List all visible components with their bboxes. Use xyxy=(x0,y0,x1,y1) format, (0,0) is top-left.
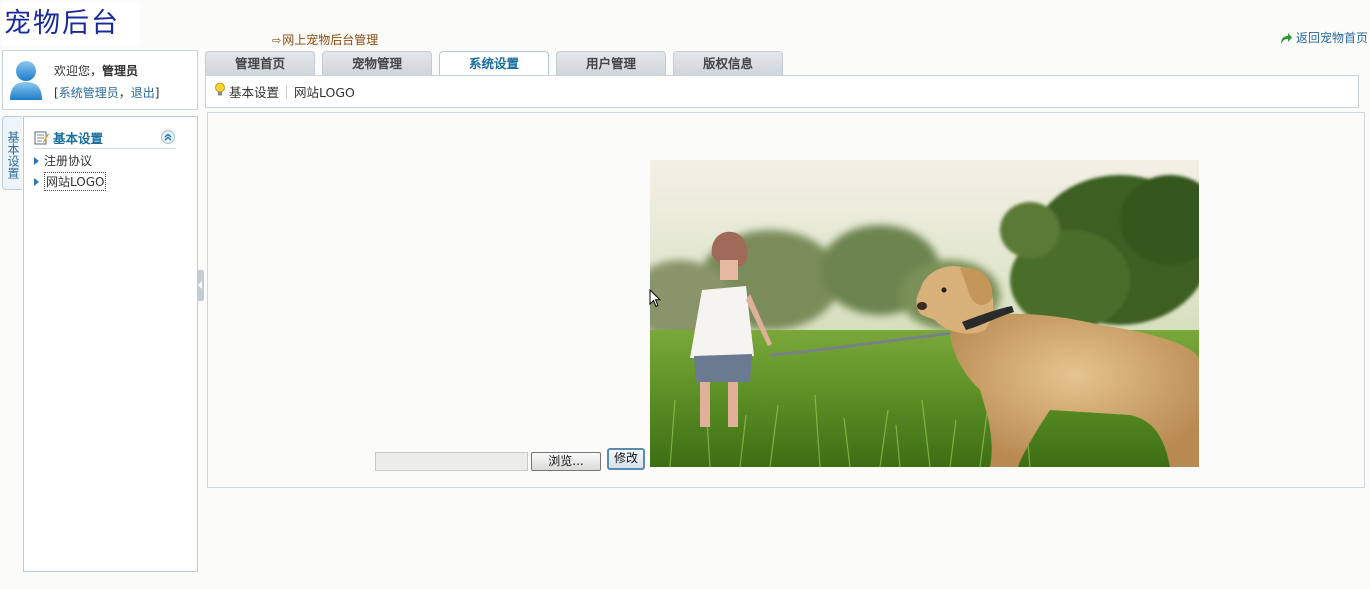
sidebar-section-title: 基本设置 xyxy=(53,131,104,146)
username: 管理员 xyxy=(102,64,139,78)
sidebar-vertical-tab[interactable]: 基本设置 xyxy=(2,116,22,190)
sidebar-item-label: 注册协议 xyxy=(44,154,93,168)
bracket-close: ] xyxy=(154,86,160,100)
top-title-text: 网上宠物后台管理 xyxy=(282,33,379,47)
welcome-text: 欢迎您，管理员 xyxy=(54,62,138,79)
site-logo: 宠物后台 xyxy=(2,2,140,46)
lightbulb-icon xyxy=(215,82,225,95)
sidebar-item-register-agreement[interactable]: 注册协议 xyxy=(34,152,92,169)
user-links: [系统管理员，退出] xyxy=(54,84,159,101)
top-title: ⇨网上宠物后台管理 xyxy=(272,31,378,48)
edit-note-icon xyxy=(34,131,49,145)
sidebar-section-header: 基本设置 xyxy=(34,127,176,149)
logout-link[interactable]: 退出 xyxy=(131,86,155,100)
tab-settings[interactable]: 系统设置 xyxy=(439,51,549,76)
mouse-cursor-icon xyxy=(649,289,661,308)
user-info-panel: 欢迎您，管理员 [系统管理员，退出] xyxy=(2,50,198,110)
modify-button[interactable]: 修改 xyxy=(607,448,645,470)
breadcrumb-level1[interactable]: 基本设置 xyxy=(229,82,279,101)
breadcrumb: 基本设置 网站LOGO xyxy=(205,75,1359,108)
logo-file-input[interactable] xyxy=(375,452,528,471)
double-chevron-up-icon[interactable] xyxy=(161,130,175,144)
sidebar: 基本设置 注册协议 网站LOGO xyxy=(23,116,198,572)
welcome-prefix: 欢迎您， xyxy=(54,64,103,78)
tab-home[interactable]: 管理首页 xyxy=(205,51,315,75)
comma: ， xyxy=(118,86,131,100)
tab-copyright[interactable]: 版权信息 xyxy=(673,51,783,75)
breadcrumb-level2[interactable]: 网站LOGO xyxy=(294,82,355,101)
sidebar-item-site-logo[interactable]: 网站LOGO xyxy=(34,172,107,191)
arrow-return-icon xyxy=(1280,32,1292,44)
sidebar-item-label: 网站LOGO xyxy=(44,172,107,191)
user-avatar-icon xyxy=(10,61,42,100)
breadcrumb-divider xyxy=(286,84,288,99)
main-tabs: 管理首页 宠物管理 系统设置 用户管理 版权信息 xyxy=(205,51,790,76)
tab-pets[interactable]: 宠物管理 xyxy=(322,51,432,75)
role-link[interactable]: 系统管理员 xyxy=(59,86,119,100)
browse-button[interactable]: 浏览... xyxy=(531,452,601,471)
content-panel: 浏览... 修改 xyxy=(207,112,1365,488)
sidebar-collapse-handle[interactable] xyxy=(197,270,204,301)
tab-users[interactable]: 用户管理 xyxy=(556,51,666,75)
return-home-link[interactable]: 返回宠物首页 xyxy=(1279,29,1368,46)
arrow-right-icon: ⇨ xyxy=(272,34,282,47)
triangle-right-icon xyxy=(34,177,39,186)
admin-page: 宠物后台 ⇨网上宠物后台管理 返回宠物首页 欢迎您，管理员 [系统管理员，退出] xyxy=(0,0,1370,589)
return-link-text: 返回宠物首页 xyxy=(1295,31,1368,45)
logo-preview-image xyxy=(650,160,1199,467)
triangle-right-icon xyxy=(34,156,39,165)
